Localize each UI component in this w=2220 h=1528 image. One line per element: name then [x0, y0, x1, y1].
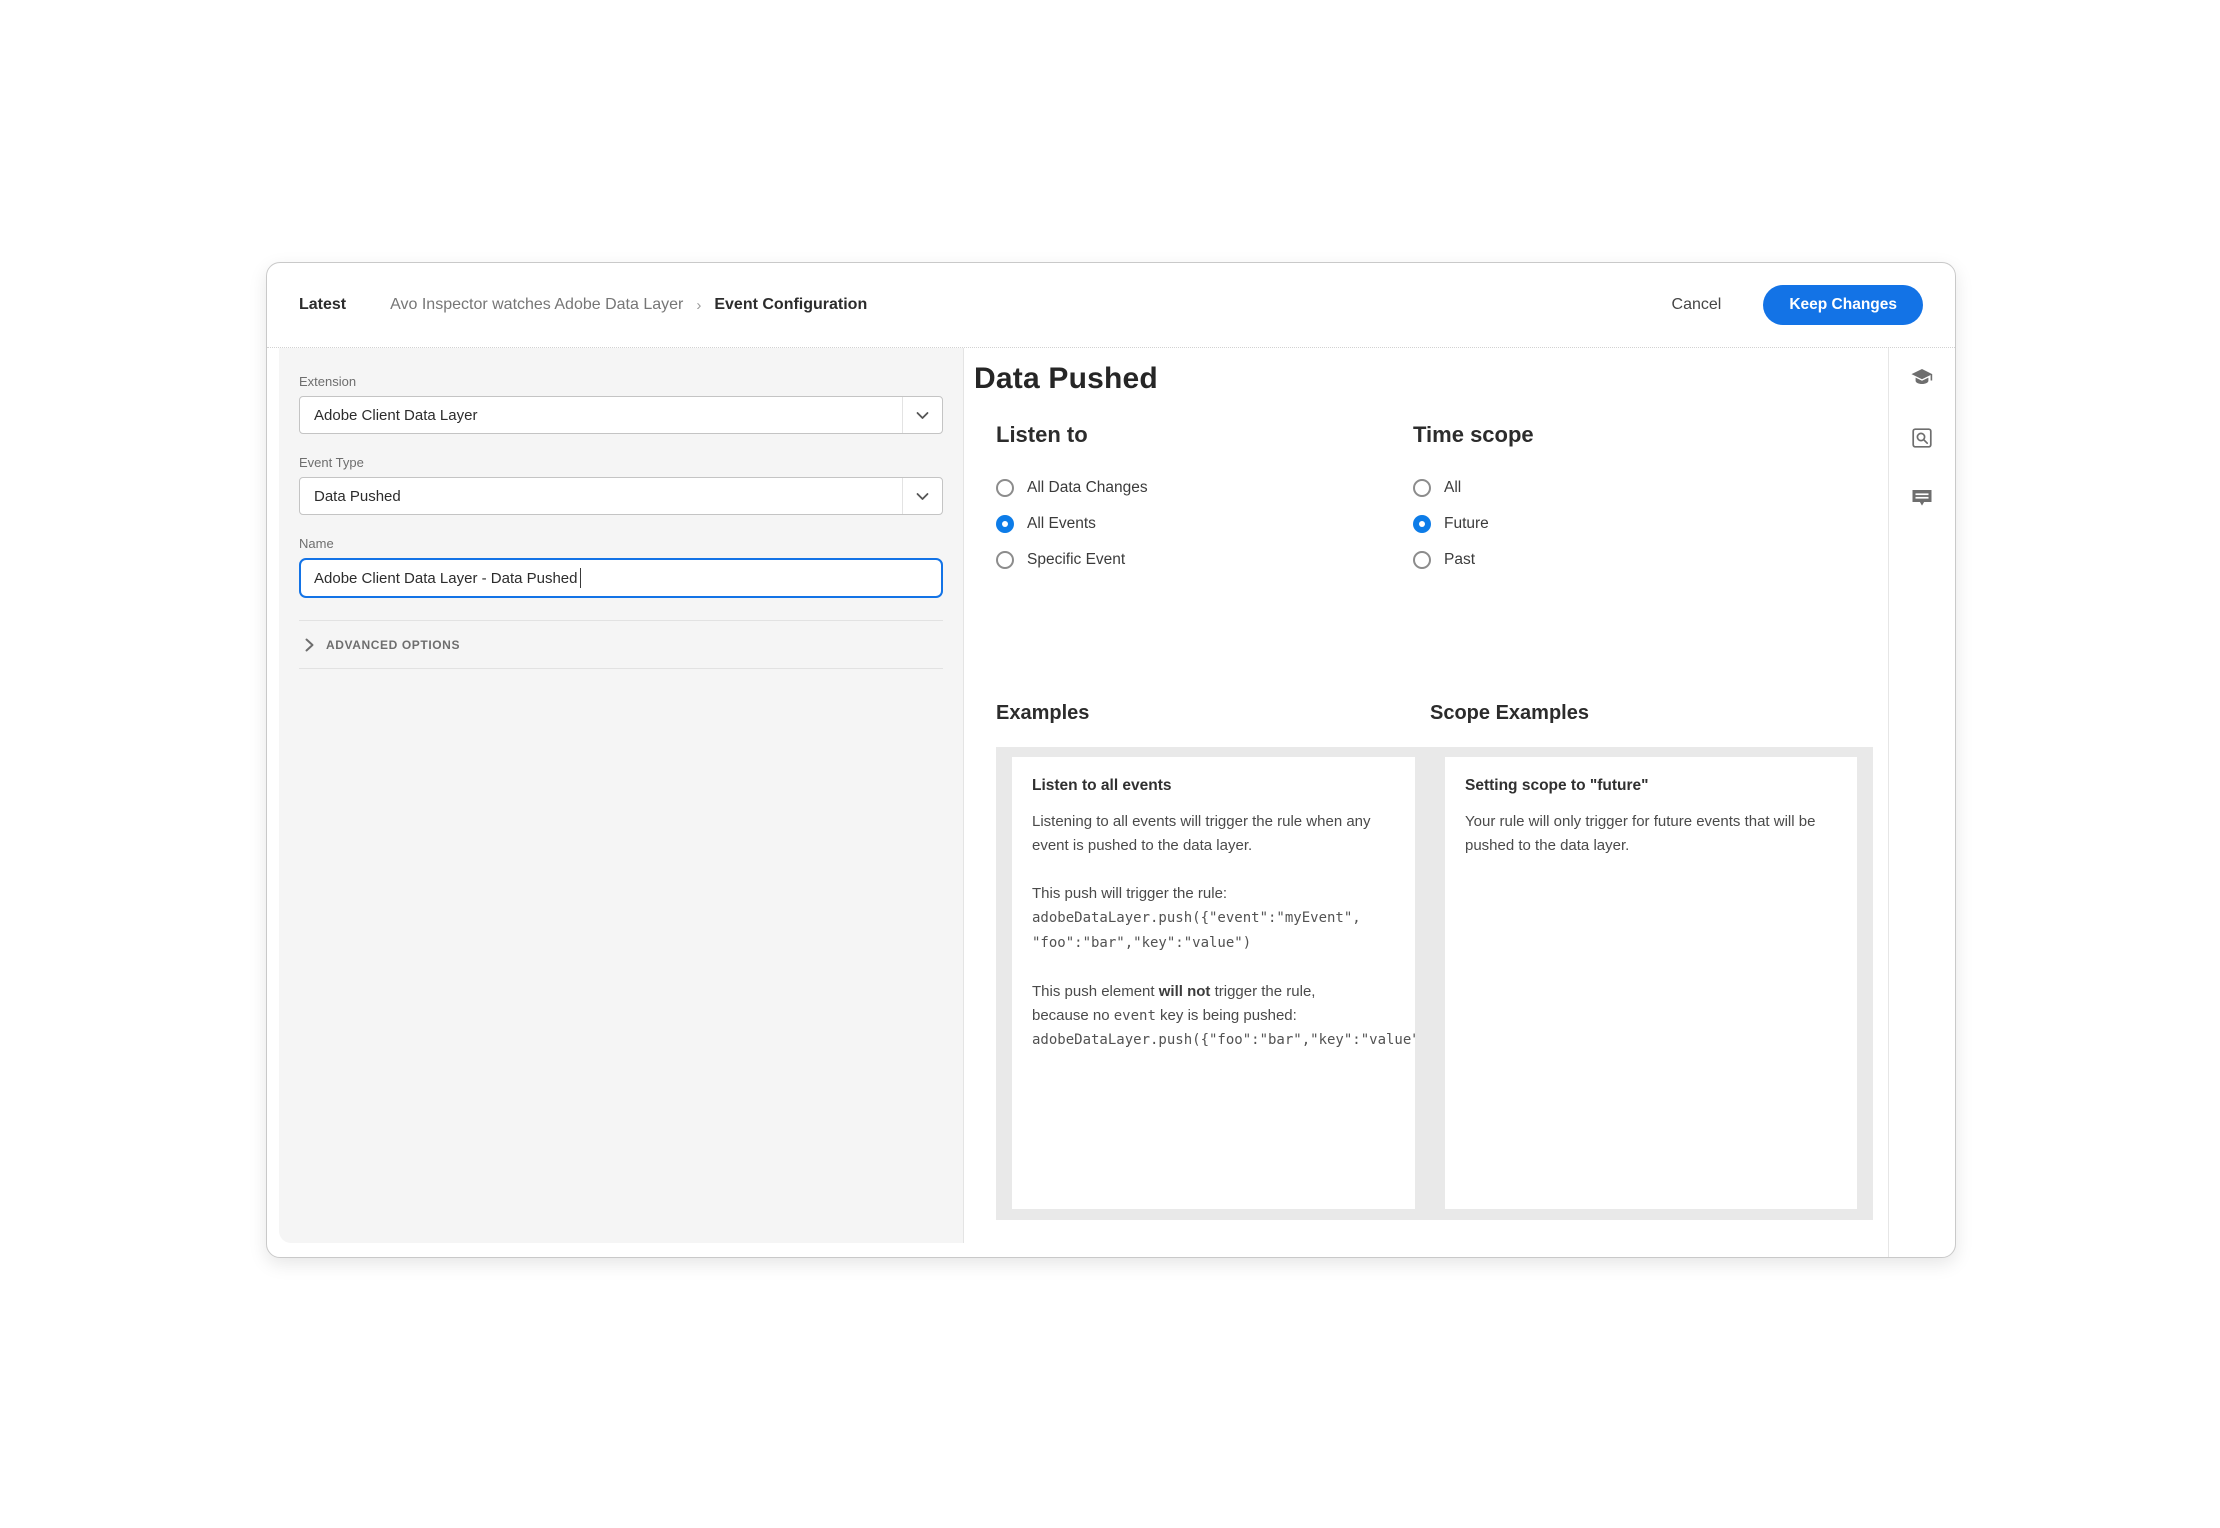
event-configuration-dialog: Latest Avo Inspector watches Adobe Data … [266, 262, 1956, 1258]
text-caret [580, 568, 582, 588]
version-label: Latest [299, 296, 346, 314]
event-type-select[interactable]: Data Pushed [299, 477, 943, 515]
extension-label: Extension [299, 374, 943, 389]
extension-select[interactable]: Adobe Client Data Layer [299, 396, 943, 434]
radio-label: Past [1444, 551, 1475, 569]
example-text: because no [1032, 1007, 1114, 1024]
listen-to-section: Listen to All Data Changes All Events [996, 422, 1413, 578]
radio-selected-icon [996, 515, 1014, 533]
event-type-label: Event Type [299, 455, 943, 470]
example-code: adobeDataLayer.push({"event":"myEvent", … [1032, 910, 1361, 951]
chevron-down-icon [902, 478, 942, 514]
radio-label: All Events [1027, 515, 1096, 533]
document-search-icon[interactable] [1909, 425, 1935, 451]
example-text: trigger the rule, [1210, 983, 1315, 1000]
radio-all[interactable]: All [1413, 470, 1873, 506]
radio-label: All Data Changes [1027, 479, 1148, 497]
event-config-sidebar: Extension Adobe Client Data Layer Event … [279, 348, 964, 1243]
scope-example-card: Setting scope to "future" Your rule will… [1445, 757, 1857, 1209]
event-type-select-value: Data Pushed [300, 488, 902, 505]
cancel-button[interactable]: Cancel [1672, 296, 1722, 314]
divider [299, 668, 943, 669]
help-rail [1888, 348, 1955, 1257]
extension-select-value: Adobe Client Data Layer [300, 407, 902, 424]
radio-label: Future [1444, 515, 1489, 533]
radio-icon [996, 479, 1014, 497]
example-text-bold: will not [1159, 983, 1211, 1000]
name-label: Name [299, 536, 943, 551]
examples-section: Examples Scope Examples Listen to all ev… [996, 702, 1873, 1220]
event-type-field: Event Type Data Pushed [299, 455, 943, 515]
listen-example-card: Listen to all events Listening to all ev… [1012, 757, 1415, 1209]
example-text: This push element [1032, 983, 1159, 1000]
time-scope-radio-group: All Future Past [1413, 470, 1873, 578]
scope-card-body: Your rule will only trigger for future e… [1465, 810, 1837, 858]
graduation-cap-icon[interactable] [1909, 365, 1935, 391]
chevron-down-icon [902, 397, 942, 433]
scope-examples-heading: Scope Examples [1430, 702, 1589, 725]
radio-all-data-changes[interactable]: All Data Changes [996, 470, 1413, 506]
example-text: This push will trigger the rule: [1032, 885, 1227, 902]
examples-container: Listen to all events Listening to all ev… [996, 747, 1873, 1220]
advanced-options-toggle[interactable]: ADVANCED OPTIONS [299, 621, 943, 668]
example-paragraph: This push element will not trigger the r… [1032, 980, 1395, 1053]
options-columns: Listen to All Data Changes All Events [996, 422, 1873, 578]
radio-icon [1413, 479, 1431, 497]
example-inline-code: event [1114, 1008, 1156, 1024]
time-scope-section: Time scope All Future Past [1413, 422, 1873, 578]
example-card-title: Listen to all events [1032, 777, 1395, 795]
radio-icon [996, 551, 1014, 569]
example-paragraph: Listening to all events will trigger the… [1032, 810, 1395, 858]
example-code-overflowing: adobeDataLayer.push({"foo":"bar","key":"… [1032, 1028, 1437, 1053]
examples-heading: Examples [996, 702, 1430, 725]
name-field: Name Adobe Client Data Layer - Data Push… [299, 536, 943, 598]
examples-headings: Examples Scope Examples [996, 702, 1873, 725]
name-input[interactable]: Adobe Client Data Layer - Data Pushed [299, 558, 943, 598]
example-paragraph: This push will trigger the rule: adobeDat… [1032, 882, 1395, 956]
card-gutter-overlay [1415, 757, 1445, 1209]
advanced-options-label: ADVANCED OPTIONS [326, 638, 460, 652]
breadcrumb-parent[interactable]: Avo Inspector watches Adobe Data Layer [390, 296, 683, 314]
radio-label: All [1444, 479, 1461, 497]
chevron-right-icon [305, 638, 314, 652]
radio-future[interactable]: Future [1413, 506, 1873, 542]
dialog-body: Extension Adobe Client Data Layer Event … [267, 348, 1955, 1257]
keep-changes-button[interactable]: Keep Changes [1763, 285, 1923, 325]
event-config-main: Data Pushed Listen to All Data Changes A… [964, 348, 1888, 1257]
breadcrumb-separator-icon: › [696, 297, 701, 314]
breadcrumb-current: Event Configuration [714, 296, 867, 314]
listen-to-radio-group: All Data Changes All Events Specific Eve… [996, 470, 1413, 578]
name-input-value: Adobe Client Data Layer - Data Pushed [314, 570, 578, 587]
comment-icon[interactable] [1909, 485, 1935, 511]
example-text: key is being pushed: [1156, 1007, 1297, 1024]
radio-specific-event[interactable]: Specific Event [996, 542, 1413, 578]
scope-card-title: Setting scope to "future" [1465, 777, 1837, 795]
page: { "ui": { "accent_blue": "#1373e6", "rad… [0, 0, 2220, 1528]
time-scope-heading: Time scope [1413, 422, 1873, 448]
radio-label: Specific Event [1027, 551, 1125, 569]
radio-icon [1413, 551, 1431, 569]
extension-field: Extension Adobe Client Data Layer [299, 374, 943, 434]
page-title: Data Pushed [974, 362, 1873, 396]
radio-selected-icon [1413, 515, 1431, 533]
listen-to-heading: Listen to [996, 422, 1413, 448]
dialog-header: Latest Avo Inspector watches Adobe Data … [267, 263, 1955, 348]
radio-all-events[interactable]: All Events [996, 506, 1413, 542]
radio-past[interactable]: Past [1413, 542, 1873, 578]
